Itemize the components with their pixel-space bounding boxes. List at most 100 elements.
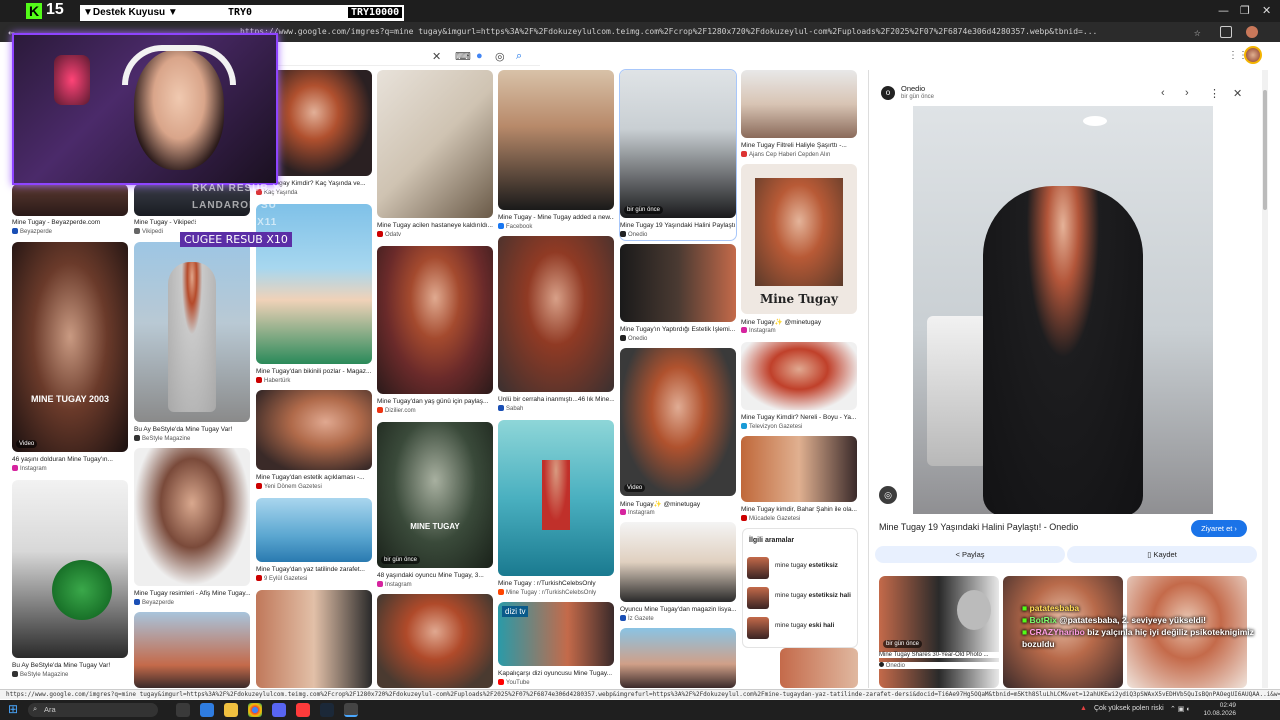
result-card[interactable]: Mine Tugay Filtreli Haliyle Şaşırttı -..… — [741, 70, 857, 160]
result-image[interactable] — [134, 448, 250, 586]
tray-icons[interactable]: ⌃ ▣ ◐ — [1170, 705, 1191, 713]
save-button[interactable]: ▯ Kaydet — [1067, 546, 1257, 563]
result-image[interactable] — [741, 70, 857, 138]
result-card[interactable] — [780, 648, 858, 688]
result-caption[interactable]: Mine Tugay'dan bikinili pozlar - Magaz..… — [256, 368, 372, 375]
visit-button[interactable]: Ziyaret et › — [1191, 520, 1247, 537]
result-card[interactable] — [377, 594, 493, 688]
panel-site-name[interactable]: Onedio — [901, 84, 925, 93]
app-icon[interactable] — [296, 703, 310, 717]
result-image[interactable] — [256, 390, 372, 470]
result-caption[interactable]: Mine Tugay'dan yaz tatilinde zarafet... — [256, 566, 372, 573]
result-image[interactable] — [377, 70, 493, 218]
result-image[interactable] — [741, 342, 857, 410]
preview-image[interactable] — [913, 106, 1213, 514]
profile-avatar[interactable] — [1246, 26, 1258, 38]
page-scrollbar[interactable] — [1262, 70, 1268, 688]
more-options-icon[interactable]: ⋮ — [1209, 87, 1220, 100]
result-image[interactable]: Video — [620, 348, 736, 496]
result-image[interactable] — [256, 498, 372, 562]
result-caption[interactable]: Mine Tugay resimleri - Afiş Mine Tugay..… — [134, 590, 250, 597]
result-card[interactable]: Mine Tugay resimleri - Afiş Mine Tugay..… — [134, 448, 250, 608]
result-caption[interactable]: Mine Tugay✨ @minetugay — [741, 318, 857, 326]
result-caption[interactable]: Mine Tugay - Beyazperde.com — [12, 219, 128, 226]
result-card[interactable]: MINE TUGAY bir gün önce 48 yaşındaki oyu… — [377, 422, 493, 590]
chrome-icon[interactable] — [248, 703, 262, 717]
result-caption[interactable]: Mine Tugay - Mine Tugay added a new... — [498, 214, 614, 221]
file-explorer-icon[interactable] — [224, 703, 238, 717]
related-search-item[interactable]: mine tugay eski hali — [747, 617, 855, 639]
maximize-icon[interactable]: ❐ — [1240, 4, 1250, 17]
edge-icon[interactable] — [200, 703, 214, 717]
result-caption[interactable]: Bu Ay BeStyle'da Mine Tugay Var! — [12, 662, 128, 669]
discord-icon[interactable] — [272, 703, 286, 717]
result-image[interactable] — [620, 628, 736, 688]
result-image[interactable] — [620, 522, 736, 602]
result-card[interactable]: Mine Tugay'dan estetik açıklaması -... Y… — [256, 390, 372, 494]
result-card[interactable]: Video Mine Tugay✨ @minetugay Instagram — [620, 348, 736, 518]
scrollbar-thumb[interactable] — [1263, 90, 1267, 210]
result-card[interactable]: Mine Tugay Kimdir? Nereli - Boyu - Ya...… — [741, 342, 857, 432]
taskbar-search[interactable]: ⌕ Ara — [28, 703, 158, 717]
result-image[interactable] — [377, 246, 493, 394]
result-caption[interactable]: Mine Tugay Kimdir? Nereli - Boyu - Ya... — [741, 414, 857, 421]
panel-title[interactable]: Mine Tugay 19 Yaşındaki Halini Paylaştı!… — [879, 522, 1078, 532]
result-caption[interactable]: Mine Tugay 19 Yaşındaki Halini Paylaştı.… — [620, 222, 736, 229]
result-card[interactable]: Mine Tugay'dan yaş günü için paylaş... D… — [377, 246, 493, 416]
result-image[interactable] — [741, 436, 857, 502]
task-view-icon[interactable] — [176, 703, 190, 717]
result-caption[interactable]: Mine Tugay acilen hastaneye kaldırıldı..… — [377, 222, 493, 229]
result-image[interactable] — [134, 612, 250, 688]
result-caption[interactable]: Mine Tugay kimdir, Bahar Şahin ile ola..… — [741, 506, 857, 513]
result-caption[interactable]: 46 yaşını dolduran Mine Tugay'ın... — [12, 456, 128, 463]
result-image[interactable] — [498, 70, 614, 210]
result-caption[interactable]: Mine Tugay'dan yaş günü için paylaş... — [377, 398, 493, 405]
chrome-active-icon[interactable] — [344, 703, 358, 717]
result-card[interactable] — [256, 590, 372, 688]
result-image[interactable] — [498, 236, 614, 392]
result-card[interactable]: Mine Tugay'ın Yaptırdığı Estetik İşlemi.… — [620, 244, 736, 344]
result-caption[interactable]: 48 yaşındaki oyuncu Mine Tugay, 3... — [377, 572, 493, 579]
lens-search-icon[interactable]: ◎ — [879, 486, 897, 504]
result-card[interactable]: Mine Tugay kimdir, Bahar Şahin ile ola..… — [741, 436, 857, 524]
result-image[interactable] — [498, 420, 614, 576]
result-card[interactable]: Oyuncu Mine Tugay'dan magazin lisya... İ… — [620, 522, 736, 624]
address-url[interactable]: https://www.google.com/imgres?q=mine tug… — [240, 27, 1190, 36]
extensions-icon[interactable] — [1220, 26, 1232, 38]
result-caption[interactable]: Mine Tugay Filtreli Haliyle Şaşırttı -..… — [741, 142, 857, 149]
result-image[interactable]: bir gün önce — [620, 70, 736, 218]
result-card[interactable]: MINE TUGAY 2003 Video 46 yaşını dolduran… — [12, 242, 128, 474]
result-card[interactable]: Mine Tugay - Beyazperde.com Beyazperde — [12, 184, 128, 238]
steam-icon[interactable] — [320, 703, 334, 717]
result-caption[interactable]: Mine Tugay'ın Yaptırdığı Estetik İşlemi.… — [620, 326, 736, 333]
result-caption[interactable]: Mine Tugay'dan estetik açıklaması -... — [256, 474, 372, 481]
system-clock[interactable]: 02:49 10.08.2026 — [1196, 702, 1236, 718]
keyboard-icon[interactable]: ⌨ — [455, 50, 471, 63]
result-caption[interactable]: Mine Tugay : r/TurkishCelebsOnly — [498, 580, 614, 587]
result-card[interactable]: dizi tv Kapalıçarşı dizi oyuncusu Mine T… — [498, 602, 614, 688]
related-caption[interactable]: Mine Tugay Shares 30-Year-Old Photo ... — [879, 652, 999, 658]
result-card[interactable]: Mine Tugay'dan yaz tatilinde zarafet... … — [256, 498, 372, 584]
result-image[interactable] — [256, 590, 372, 688]
lens-search-icon[interactable]: ◎ — [495, 50, 505, 63]
bookmark-star-icon[interactable]: ☆ — [1194, 26, 1201, 39]
result-card[interactable] — [134, 612, 250, 688]
result-image[interactable] — [12, 480, 128, 658]
result-card[interactable]: Mine Tugay : r/TurkishCelebsOnly Mine Tu… — [498, 420, 614, 598]
result-image[interactable] — [620, 244, 736, 322]
clear-search-icon[interactable]: ✕ — [432, 50, 441, 63]
result-caption[interactable]: Ünlü bir cerraha inanmıştı...46 lık Mine… — [498, 396, 614, 403]
result-image[interactable]: MINE TUGAY 2003 Video — [12, 242, 128, 452]
result-caption[interactable]: Kapalıçarşı dizi oyuncusu Mine Tugay... — [498, 670, 614, 677]
result-image[interactable] — [377, 594, 493, 688]
result-card[interactable]: Mine Tugay Mine Tugay✨ @minetugay Instag… — [741, 164, 857, 336]
result-card[interactable]: Mine Tugay'dan bikinili pozlar - Magaz..… — [256, 204, 372, 384]
prev-image-icon[interactable]: ‹ — [1161, 87, 1165, 99]
result-image[interactable]: MINE TUGAY bir gün önce — [377, 422, 493, 568]
result-image[interactable] — [12, 184, 128, 216]
result-image[interactable] — [780, 648, 858, 688]
related-search-item[interactable]: mine tugay estetiksiz hali — [747, 587, 855, 609]
result-card[interactable] — [620, 628, 736, 688]
result-card[interactable]: Mine Tugay acilen hastaneye kaldırıldı..… — [377, 70, 493, 240]
minimize-icon[interactable]: — — [1218, 4, 1229, 17]
